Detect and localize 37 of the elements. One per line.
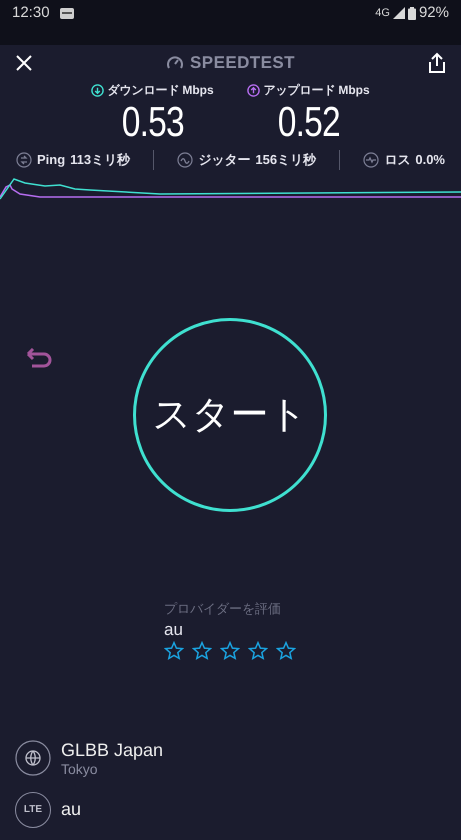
star-icon[interactable] <box>276 640 296 660</box>
speed-value: 0.53 <box>121 99 184 145</box>
rating-prompt: プロバイダーを評価 <box>164 600 282 618</box>
stat-label: ジッター <box>198 151 250 170</box>
speed-unit: Mbps <box>338 82 370 99</box>
globe-icon <box>15 740 51 776</box>
star-icon[interactable] <box>248 640 268 660</box>
stat-value: 156ミリ秒 <box>255 151 316 170</box>
star-icon[interactable] <box>192 640 212 660</box>
battery-icon <box>408 6 416 20</box>
download-icon <box>91 84 104 96</box>
app-title: SPEEDTEST <box>190 52 295 74</box>
stat-value: 113ミリ秒 <box>70 151 130 170</box>
stat-value: 0.0% <box>415 151 445 170</box>
speed-value: 0.52 <box>277 99 340 145</box>
network-type: 4G <box>375 6 390 21</box>
server-location: Tokyo <box>61 760 99 778</box>
stat-label: Ping <box>37 151 66 170</box>
lte-badge: LTE <box>15 792 51 828</box>
stat-label: ロス <box>384 151 410 170</box>
star-icon[interactable] <box>164 640 184 660</box>
speed-label: アップロード <box>263 82 336 99</box>
speed-label: ダウンロード <box>107 82 180 99</box>
speed-unit: Mbps <box>182 82 214 99</box>
star-icon[interactable] <box>220 640 240 660</box>
signal-icon <box>392 7 405 20</box>
provider-name: au <box>164 618 184 640</box>
ping-icon <box>16 152 32 168</box>
jitter-icon <box>177 152 194 168</box>
battery-level: 92% <box>418 3 449 23</box>
upload-icon <box>247 84 260 96</box>
start-button[interactable]: スタート <box>133 318 327 512</box>
loss-icon <box>363 152 380 168</box>
status-time: 12:30 <box>12 3 50 23</box>
server-name: GLBB Japan <box>61 738 164 760</box>
notification-icon <box>60 8 74 19</box>
carrier-name: au <box>61 798 82 821</box>
